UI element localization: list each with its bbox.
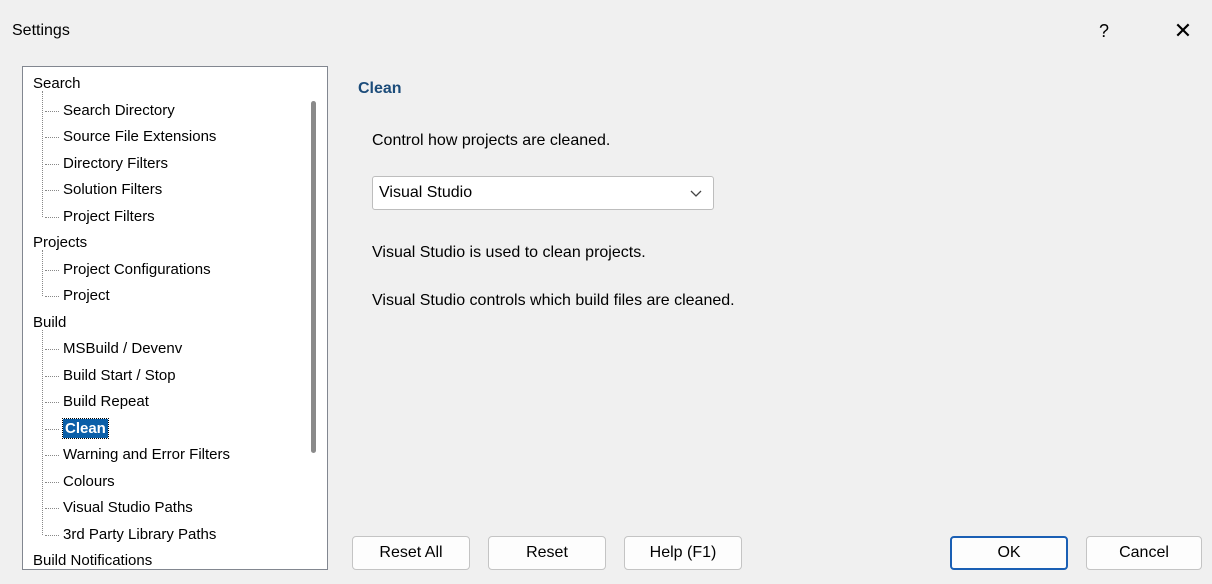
- tree-item[interactable]: Build Repeat: [45, 389, 149, 415]
- tree-item-label: Warning and Error Filters: [63, 446, 230, 463]
- tree-item-label: Project: [63, 287, 110, 304]
- chevron-down-icon: [689, 183, 703, 207]
- tree-item[interactable]: Source File Extensions: [44, 124, 217, 150]
- tree-item-label: Project Configurations: [63, 260, 211, 278]
- tree-group[interactable]: Search: [33, 71, 81, 97]
- tree-item-label: Visual Studio Paths: [63, 499, 193, 516]
- scrollbar-thumb[interactable]: [311, 101, 316, 453]
- select-value: Visual Studio: [379, 184, 473, 201]
- help-icon[interactable]: ?: [1092, 16, 1116, 46]
- cancel-button[interactable]: Cancel: [1086, 536, 1202, 570]
- tree-item[interactable]: Project: [45, 283, 110, 309]
- panel-info-1: Visual Studio is used to clean projects.: [372, 244, 646, 261]
- tree-item-label: Build Start / Stop: [63, 366, 176, 384]
- panel-title: Clean: [358, 80, 402, 97]
- panel-info-2: Visual Studio controls which build files…: [372, 292, 735, 309]
- tree-item[interactable]: Clean: [45, 416, 109, 442]
- window-title: Settings: [12, 22, 70, 39]
- tree-item-label: Source File Extensions: [63, 128, 217, 145]
- tree-connector: [42, 250, 43, 296]
- tree-item[interactable]: Build Start / Stop: [45, 363, 176, 389]
- tree-item[interactable]: Search Directory: [45, 98, 175, 124]
- tree-item-label: Build Repeat: [63, 393, 149, 410]
- tree-connector: [42, 329, 43, 535]
- tree-item[interactable]: Directory Filters: [44, 151, 169, 177]
- tree-item[interactable]: MSBuild / Devenv: [44, 336, 183, 362]
- tree-item-label: Search Directory: [63, 101, 175, 119]
- tree-item-label: Solution Filters: [63, 181, 163, 198]
- ok-button[interactable]: OK: [950, 536, 1068, 570]
- clean-method-select[interactable]: Visual Studio: [372, 176, 714, 210]
- tree-item-label: Project Filters: [63, 207, 155, 225]
- tree-group[interactable]: Build: [33, 310, 66, 336]
- reset-button[interactable]: Reset: [488, 536, 606, 570]
- tree-item-label: MSBuild / Devenv: [63, 340, 183, 357]
- tree-item-label: Build: [33, 313, 67, 331]
- tree-item-label: 3rd Party Library Paths: [63, 525, 217, 543]
- tree-item[interactable]: Visual Studio Paths: [45, 495, 193, 521]
- panel-intro: Control how projects are cleaned.: [372, 132, 611, 149]
- settings-tree[interactable]: Search Search Directory Source File Extens…: [22, 66, 328, 570]
- tree-item[interactable]: Project Filters: [45, 204, 155, 230]
- tree-item[interactable]: Colours: [45, 469, 115, 495]
- tree-item-label: Projects: [33, 234, 88, 251]
- tree-item-label: Clean: [62, 417, 109, 439]
- close-icon[interactable]: ✕: [1168, 14, 1198, 48]
- reset-all-button[interactable]: Reset All: [352, 536, 470, 570]
- tree-group[interactable]: Build Notifications: [33, 548, 153, 569]
- tree-item[interactable]: Warning and Error Filters: [45, 442, 230, 468]
- tree-item-label: Search: [33, 75, 81, 92]
- title-bar: Settings ? ✕: [0, 0, 1212, 62]
- tree-item[interactable]: Solution Filters: [44, 177, 163, 203]
- tree-item[interactable]: 3rd Party Library Paths: [44, 522, 217, 548]
- tree-connector: [42, 91, 43, 217]
- help-button[interactable]: Help (F1): [624, 536, 742, 570]
- tree-scrollbar[interactable]: [299, 67, 327, 569]
- tree-item-label: Directory Filters: [63, 154, 169, 172]
- tree-item-label: Build Notifications: [33, 552, 153, 569]
- tree-item[interactable]: Project Configurations: [45, 257, 211, 283]
- tree-item-label: Colours: [63, 472, 115, 490]
